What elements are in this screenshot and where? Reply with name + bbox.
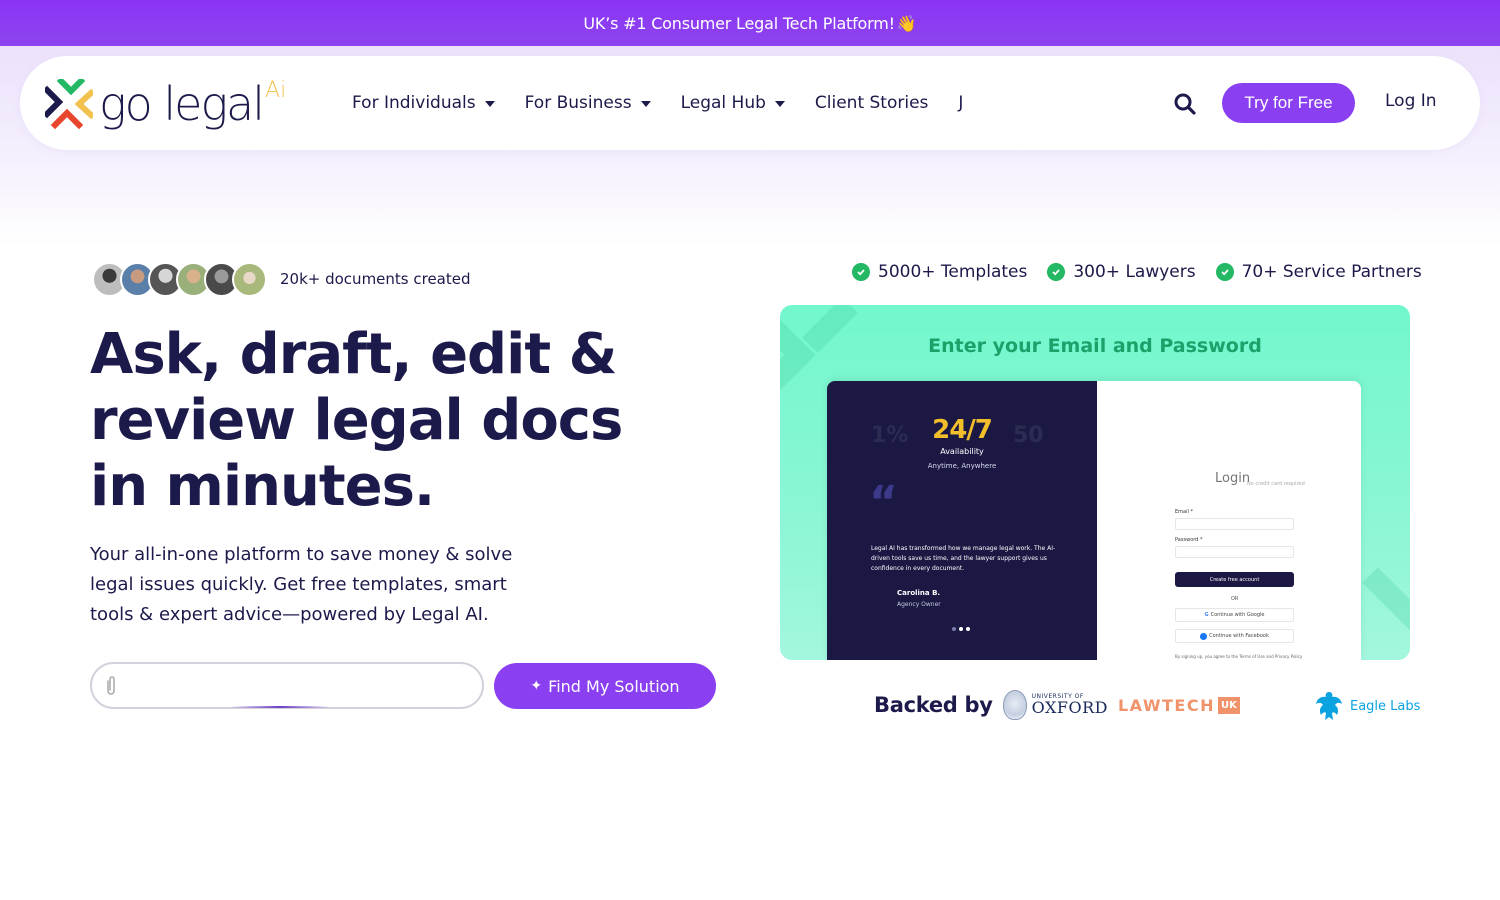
logo-mark-icon (45, 79, 93, 129)
stat-label: Availability (940, 447, 984, 456)
login-form-preview: Login No credit card required Email * Pa… (1097, 381, 1361, 660)
eagle-labs-text: Eagle Labs (1350, 698, 1421, 714)
login-title: Login (1215, 471, 1251, 486)
check-circle-icon (852, 263, 870, 281)
brand-logo[interactable]: go legal Ai (45, 74, 286, 134)
nav-item-for-individuals[interactable]: For Individuals (352, 93, 495, 113)
oxford-big-text: OXFORD (1031, 698, 1108, 717)
paperclip-icon[interactable] (104, 675, 118, 697)
decorative-chevron-icon (1362, 567, 1410, 631)
google-signin-button[interactable]: G Continue with Google (1175, 608, 1294, 622)
feature-highlights: 5000+ Templates 300+ Lawyers 70+ Service… (852, 262, 1422, 282)
oxford-logo: UNIVERSITY OF OXFORD (1002, 690, 1108, 720)
caret-down-icon (484, 101, 495, 107)
lawtech-text: LAWTECH (1117, 695, 1215, 715)
nav-item-label: Legal Hub (680, 93, 766, 113)
nav-item-for-business[interactable]: For Business (525, 93, 651, 113)
feature-item: 70+ Service Partners (1215, 262, 1422, 282)
create-account-button[interactable]: Create free account (1175, 572, 1294, 587)
email-label: Email * (1175, 509, 1193, 515)
oxford-crest-icon (1002, 690, 1027, 720)
password-field[interactable] (1175, 546, 1294, 558)
nav-item-label: Client Stories (814, 93, 929, 113)
testimonial-quote: Legal AI has transformed how we manage l… (871, 545, 1056, 572)
nav-item-label: For Individuals (352, 93, 476, 113)
solution-search-field[interactable] (90, 662, 484, 709)
eagle-labs-logo: Eagle Labs (1314, 690, 1420, 722)
carousel-dot[interactable] (959, 627, 963, 631)
google-label: Continue with Google (1210, 612, 1265, 618)
log-in-link[interactable]: Log In (1385, 91, 1437, 111)
eagle-icon (1316, 692, 1342, 720)
testimonial-panel: 1% 50 24/7 Availability Anytime, Anywher… (827, 381, 1097, 660)
facebook-icon (1200, 632, 1208, 640)
login-note: No credit card required (1247, 481, 1305, 487)
quote-icon: “ (869, 477, 898, 528)
feature-item: 300+ Lawyers (1047, 262, 1196, 282)
feature-label: 70+ Service Partners (1241, 262, 1422, 282)
product-showcase: Enter your Email and Password 1% 50 24/7… (780, 305, 1410, 660)
hero-headline: Ask, draft, edit & review legal docs in … (90, 322, 623, 519)
input-glow-decoration (230, 706, 330, 708)
carousel-dots (952, 627, 970, 631)
stat-value: 24/7 (932, 415, 993, 445)
backed-by-label: Backed by (874, 693, 993, 717)
testimonial-role: Agency Owner (897, 601, 941, 608)
backed-by-row: Backed by UNIVERSITY OF OXFORD LAWTECH UK (874, 690, 1240, 720)
solution-search-input[interactable] (126, 676, 482, 695)
caret-down-icon (774, 101, 785, 107)
feature-item: 5000+ Templates (852, 262, 1027, 282)
feature-label: 5000+ Templates (878, 262, 1028, 282)
caret-down-icon (640, 101, 651, 107)
check-circle-icon (1047, 263, 1066, 281)
customer-avatars (92, 262, 267, 298)
stat-sublabel: Anytime, Anywhere (927, 462, 997, 470)
testimonial-author: Carolina B. (897, 589, 941, 597)
nav-item-label: For Business (524, 93, 632, 113)
lawtech-uk-badge: UK (1217, 696, 1240, 714)
try-for-free-button[interactable]: Try for Free (1222, 83, 1355, 123)
feature-label: 300+ Lawyers (1073, 262, 1196, 282)
showcase-title: Enter your Email and Password (928, 335, 1262, 357)
logo-ai-suffix: Ai (265, 77, 287, 103)
carousel-dot[interactable] (952, 627, 956, 631)
logo-wordmark: go legal (99, 77, 265, 131)
carousel-dot[interactable] (966, 627, 970, 631)
facebook-label: Continue with Facebook (1209, 633, 1269, 639)
announcement-text: UK’s #1 Consumer Legal Tech Platform! (583, 13, 895, 33)
hero-subtext: Your all-in-one platform to save money &… (90, 544, 513, 625)
announcement-bar: UK’s #1 Consumer Legal Tech Platform! 👋 (0, 0, 1500, 46)
search-icon (1174, 93, 1196, 115)
search-button[interactable] (1173, 92, 1197, 116)
nav-menu: For Individuals For Business Legal Hub C… (352, 56, 993, 150)
nav-item-label: J (958, 93, 964, 113)
avatar (232, 262, 267, 297)
sparkle-icon: ✦ (530, 678, 543, 694)
find-button-label: Find My Solution (548, 676, 680, 696)
social-proof-text: 20k+ documents created (280, 270, 471, 288)
lawtech-logo: LAWTECH UK (1118, 696, 1240, 715)
google-icon: G (1204, 612, 1209, 618)
find-my-solution-button[interactable]: ✦ Find My Solution (494, 663, 716, 709)
app-preview: 1% 50 24/7 Availability Anytime, Anywher… (827, 381, 1361, 660)
or-divider: OR (1231, 596, 1239, 602)
nav-item-truncated[interactable]: J (958, 93, 963, 113)
waving-hand-icon: 👋 (896, 13, 917, 33)
email-field[interactable] (1175, 518, 1294, 530)
password-label: Password * (1175, 537, 1203, 543)
nav-item-legal-hub[interactable]: Legal Hub (681, 93, 785, 113)
facebook-signin-button[interactable]: Continue with Facebook (1175, 629, 1294, 643)
main-navbar: go legal Ai For Individuals For Business … (20, 56, 1480, 150)
check-circle-icon (1215, 263, 1234, 281)
terms-text: By signing up, you agree to the Terms of… (1175, 654, 1303, 659)
nav-item-client-stories[interactable]: Client Stories (815, 93, 929, 113)
